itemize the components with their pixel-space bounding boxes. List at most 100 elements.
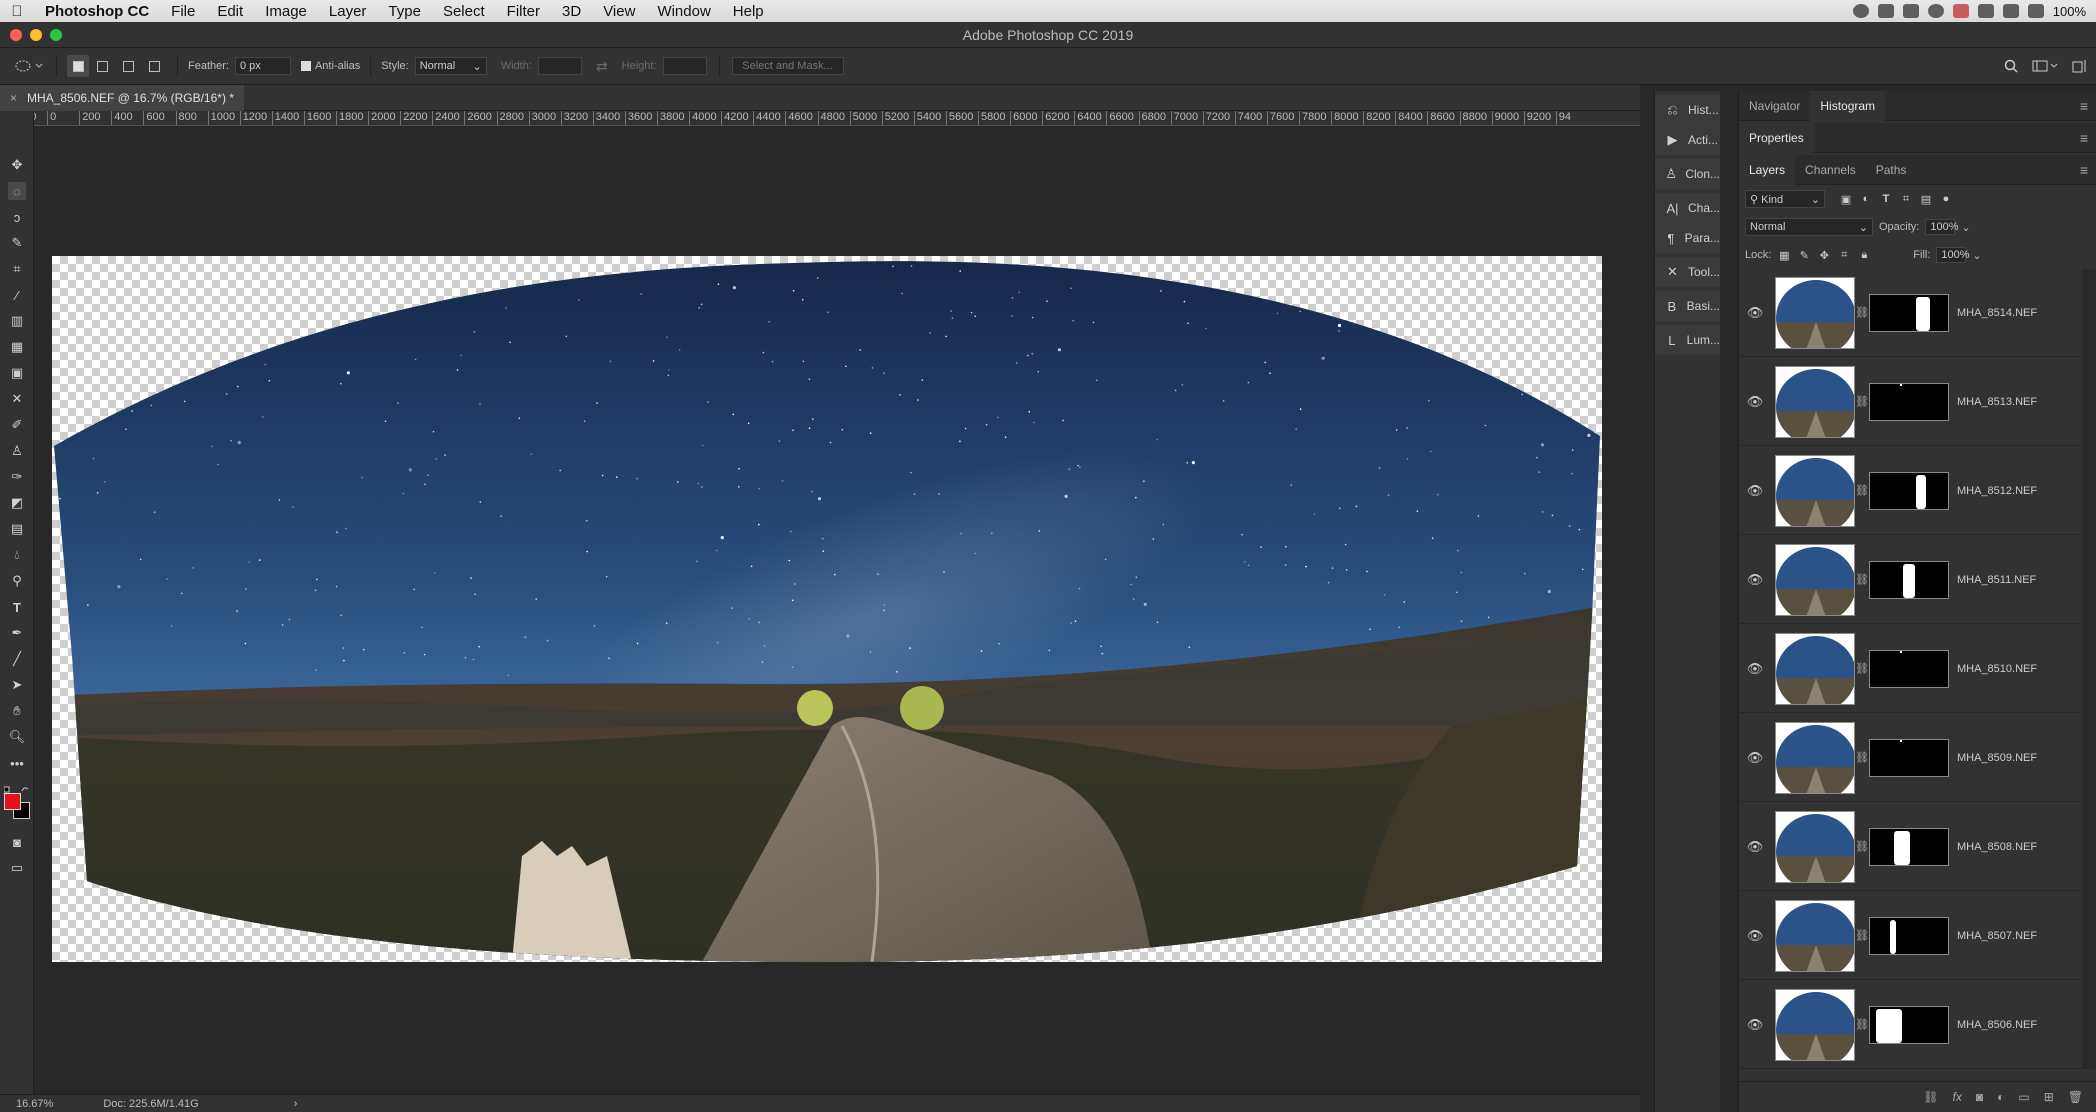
dock-actions[interactable]: ▶ Acti... <box>1655 125 1720 155</box>
new-layer-icon[interactable]: ⊞ <box>2044 1090 2054 1104</box>
menu-3d[interactable]: 3D <box>551 3 592 20</box>
visibility-eye-icon[interactable]: 👁︎ <box>1743 839 1767 855</box>
select-and-mask-button[interactable]: Select and Mask... <box>731 57 844 75</box>
mask-link-icon[interactable]: ⛓ <box>1855 484 1869 497</box>
close-tab-icon[interactable]: × <box>10 91 17 105</box>
lasso-tool-icon[interactable]: ↄ <box>8 208 26 226</box>
panel-menu-icon[interactable]: ≡ <box>2080 98 2096 114</box>
mask-link-icon[interactable]: ⛓ <box>1855 306 1869 319</box>
elliptical-marquee-tool-icon[interactable]: ◌ <box>8 182 26 200</box>
visibility-eye-icon[interactable]: 👁︎ <box>1743 305 1767 321</box>
dodge-tool-icon[interactable]: ⚲ <box>8 572 26 590</box>
tab-layers[interactable]: Layers <box>1739 154 1796 185</box>
menu-window[interactable]: Window <box>646 3 721 20</box>
layer-mask-thumbnail[interactable] <box>1869 827 1949 866</box>
adjustment-layer-icon[interactable]: ◐ <box>1997 1090 2004 1104</box>
tab-properties[interactable]: Properties <box>1739 122 1814 153</box>
layer-thumbnail[interactable] <box>1775 721 1855 794</box>
dock-basic[interactable]: B Basi... <box>1655 291 1720 321</box>
fill-input[interactable]: 100% <box>1936 247 1970 263</box>
layer-name[interactable]: MHA_8514.NEF <box>1957 307 2037 319</box>
history-brush-tool-icon[interactable]: ✑ <box>8 468 26 486</box>
link-layers-icon[interactable]: ⛓ <box>1923 1090 1938 1104</box>
menu-image[interactable]: Image <box>254 3 318 20</box>
layer-mask-thumbnail[interactable] <box>1869 649 1949 688</box>
pen-tool-icon[interactable]: ✒ <box>8 624 26 642</box>
mask-link-icon[interactable]: ⛓ <box>1855 395 1869 408</box>
airplay-icon[interactable] <box>2002 4 2019 18</box>
dock-clone-source[interactable]: ♙ Clon... <box>1655 159 1720 189</box>
blend-mode-dropdown[interactable]: Normal ⌄ <box>1745 218 1873 236</box>
tab-paths[interactable]: Paths <box>1866 155 1917 185</box>
filter-smart-object-icon[interactable]: ▤ <box>1919 193 1933 206</box>
layer-row[interactable]: 👁︎ ⛓ MHA_8507.NEF <box>1739 892 2082 980</box>
new-group-icon[interactable]: ▭ <box>2018 1090 2029 1104</box>
dock-luminosity[interactable]: L Lum... <box>1655 325 1720 355</box>
visibility-eye-icon[interactable]: 👁︎ <box>1743 1017 1767 1033</box>
dock-tool-presets[interactable]: ✕ Tool... <box>1655 257 1720 287</box>
style-dropdown[interactable]: Normal ⌄ <box>414 57 487 75</box>
layer-mask-thumbnail[interactable] <box>1869 560 1949 599</box>
lock-position-icon[interactable]: ✥ <box>1817 249 1831 262</box>
default-colors-icon[interactable] <box>3 781 30 793</box>
layer-name[interactable]: MHA_8512.NEF <box>1957 485 2037 497</box>
lock-all-icon[interactable]: 🔒︎ <box>1857 249 1871 262</box>
filter-type-icon[interactable]: T <box>1879 193 1893 206</box>
zoom-level[interactable]: 16.67% <box>16 1098 53 1110</box>
layer-mask-thumbnail[interactable] <box>1869 916 1949 955</box>
trash-icon[interactable]: 🗑︎ <box>2068 1090 2083 1104</box>
dock-paragraph[interactable]: ¶ Para... <box>1655 223 1720 253</box>
foreground-color-swatch[interactable] <box>4 793 21 810</box>
filter-pixel-icon[interactable]: ▣ <box>1839 193 1853 206</box>
layer-row[interactable]: 👁︎ ⛓ MHA_8509.NEF <box>1739 714 2082 802</box>
tool-preset-picker[interactable] <box>12 55 46 77</box>
intersect-selection-button[interactable] <box>141 55 167 77</box>
visibility-eye-icon[interactable]: 👁︎ <box>1743 572 1767 588</box>
eraser-tool-icon[interactable]: ◩ <box>8 494 26 512</box>
frame-tool-icon[interactable]: ▣ <box>8 364 26 382</box>
crop-tool-icon[interactable]: ⌗ <box>8 260 26 278</box>
lock-artboard-icon[interactable]: ⌗ <box>1837 249 1851 262</box>
layer-row[interactable]: 👁︎ ⛓ MHA_8514.NEF <box>1739 269 2082 357</box>
hand-tool-icon[interactable]: ✋︎ <box>8 702 26 720</box>
mask-link-icon[interactable]: ⛓ <box>1855 751 1869 764</box>
layer-name[interactable]: MHA_8508.NEF <box>1957 841 2037 853</box>
layer-thumbnail[interactable] <box>1775 810 1855 883</box>
layer-row[interactable]: 👁︎ ⛓ MHA_8513.NEF <box>1739 358 2082 446</box>
mask-link-icon[interactable]: ⛓ <box>1855 573 1869 586</box>
layer-thumbnail[interactable] <box>1775 899 1855 972</box>
screen-mode-icon[interactable]: ▭ <box>8 859 26 877</box>
width-input[interactable] <box>537 57 582 75</box>
visibility-eye-icon[interactable]: 👁︎ <box>1743 483 1767 499</box>
layer-thumbnail[interactable] <box>1775 365 1855 438</box>
layers-scrollbar[interactable] <box>2082 269 2096 1069</box>
new-selection-button[interactable] <box>67 55 89 77</box>
gradient-tool-icon[interactable]: ▤ <box>8 520 26 538</box>
layer-mask-thumbnail[interactable] <box>1869 738 1949 777</box>
brush-tool-icon[interactable]: ✐ <box>8 416 26 434</box>
panel-menu-icon[interactable]: ≡ <box>2080 162 2096 178</box>
spot-healing-tool-icon[interactable]: ▦ <box>8 338 26 356</box>
quick-mask-icon[interactable]: ◙ <box>8 833 26 851</box>
visibility-eye-icon[interactable]: 👁︎ <box>1743 394 1767 410</box>
menu-file[interactable]: File <box>160 3 206 20</box>
filter-toggle-icon[interactable]: ● <box>1939 193 1953 206</box>
display-icon[interactable] <box>1902 4 1919 18</box>
layer-mask-thumbnail[interactable] <box>1869 293 1949 332</box>
mask-link-icon[interactable]: ⛓ <box>1855 929 1869 942</box>
add-mask-icon[interactable]: ◙ <box>1976 1090 1983 1104</box>
document-canvas[interactable] <box>52 256 1602 962</box>
layer-name[interactable]: MHA_8513.NEF <box>1957 396 2037 408</box>
sync-icon[interactable] <box>1927 4 1944 18</box>
minimize-window-icon[interactable] <box>30 28 42 41</box>
layer-row[interactable]: 👁︎ ⛓ MHA_8510.NEF <box>1739 625 2082 713</box>
height-input[interactable] <box>662 57 707 75</box>
antialias-option[interactable]: Anti-alias <box>300 60 360 72</box>
dock-character[interactable]: A| Cha... <box>1655 193 1720 223</box>
menu-edit[interactable]: Edit <box>206 3 254 20</box>
tab-channels[interactable]: Channels <box>1795 155 1866 185</box>
eyedropper-tool-icon[interactable]: ⁄ <box>8 286 26 304</box>
layer-name[interactable]: MHA_8506.NEF <box>1957 1019 2037 1031</box>
healing-brush-tool-icon[interactable]: ▥ <box>8 312 26 330</box>
search-icon[interactable] <box>2004 59 2018 73</box>
